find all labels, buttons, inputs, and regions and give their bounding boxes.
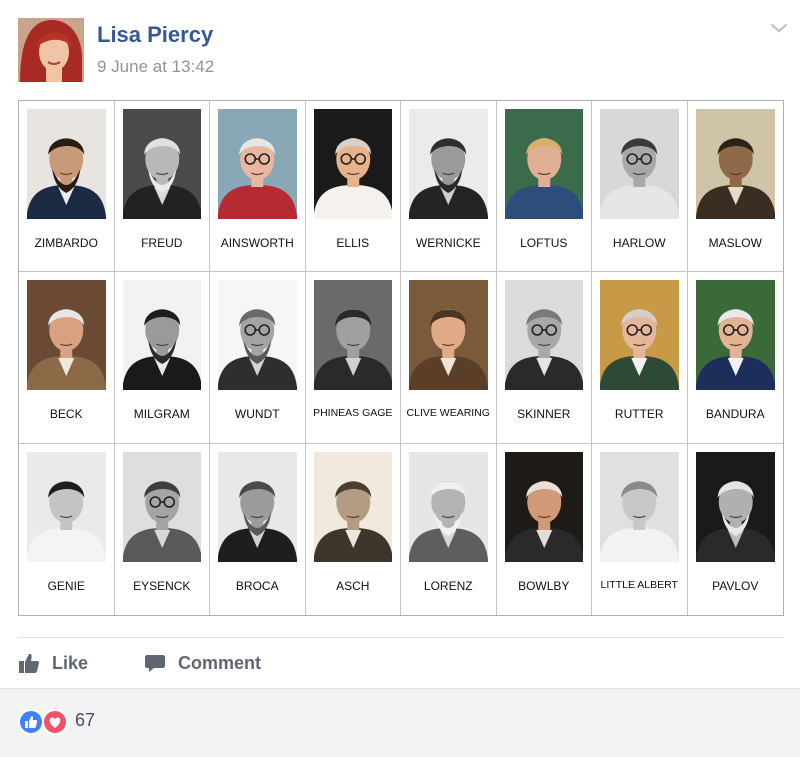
grid-cell: WUNDT (210, 272, 306, 444)
reactions-bar: 67 (0, 688, 800, 757)
portrait-photo (27, 109, 106, 219)
portrait-photo (122, 280, 201, 391)
person-name-label: PAVLOV (712, 578, 759, 593)
portrait-photo (218, 280, 297, 391)
grid-cell: LITTLE ALBERT (592, 443, 688, 615)
person-name-label: BANDURA (705, 407, 765, 422)
person-name-label: LOFTUS (520, 236, 568, 250)
like-reaction-icon (18, 709, 44, 735)
person-name-label: GENIE (47, 578, 85, 593)
grid-cell: SKINNER (496, 272, 592, 444)
portrait-photo (600, 280, 679, 391)
reaction-icons[interactable] (18, 709, 70, 735)
grid-cell: AINSWORTH (210, 101, 306, 273)
portrait-photo (313, 109, 392, 219)
grid-cell: MASLOW (687, 101, 783, 273)
portrait-photo (695, 109, 775, 219)
avatar[interactable] (18, 18, 84, 82)
person-name-label: RUTTER (614, 407, 664, 422)
portrait-photo (600, 109, 679, 219)
person-name-label: WUNDT (234, 407, 280, 422)
post-actions: Like Comment (18, 648, 418, 678)
divider (18, 637, 784, 638)
grid-cell: PHINEAS GAGE (305, 272, 401, 444)
person-name-label: CLIVE WEARING (406, 407, 490, 420)
person-name-label: HARLOW (612, 236, 666, 250)
author-name[interactable]: Lisa Piercy (97, 22, 213, 48)
portrait-photo (504, 451, 583, 562)
comment-label: Comment (178, 652, 262, 673)
person-name-label: PHINEAS GAGE (313, 407, 393, 420)
grid-cell: BECK (19, 272, 115, 444)
person-name-label: BROCA (235, 578, 279, 593)
person-name-label: ASCH (336, 578, 370, 593)
reaction-count[interactable]: 67 (75, 710, 95, 731)
person-name-label: MILGRAM (133, 407, 190, 422)
portrait-photo (218, 109, 297, 219)
portrait-photo (218, 451, 297, 562)
portrait-photo (695, 451, 775, 562)
portrait-photo (600, 451, 679, 562)
portrait-photo (313, 451, 392, 562)
portrait-photo (504, 280, 583, 391)
grid-cell: WERNICKE (401, 101, 497, 273)
portrait-photo (409, 109, 488, 219)
comment-button[interactable]: Comment (144, 648, 261, 678)
portrait-photo (122, 109, 201, 219)
portrait-photo (27, 280, 106, 391)
post-header: Lisa Piercy 9 June at 13:42 (0, 0, 800, 100)
post-image-grid[interactable]: ZIMBARDO FREUD AINSWORTH ELLIS WERNICKE … (18, 100, 784, 616)
person-name-label: ZIMBARDO (34, 236, 98, 250)
portrait-photo (504, 109, 583, 219)
portrait-photo (27, 451, 106, 562)
grid-cell: BROCA (210, 443, 306, 615)
grid-cell: BANDURA (687, 272, 783, 444)
person-name-label: MASLOW (708, 236, 762, 250)
grid-cell: RUTTER (592, 272, 688, 444)
comment-bubble-icon (145, 655, 165, 672)
grid-cell: ZIMBARDO (19, 101, 115, 273)
post-options-chevron-icon[interactable] (767, 16, 791, 40)
person-name-label: ELLIS (336, 236, 370, 250)
grid-cell: LORENZ (401, 443, 497, 615)
grid-cell: FREUD (114, 101, 210, 273)
person-name-label: LITTLE ALBERT (600, 578, 678, 591)
portrait-photo (409, 280, 488, 391)
love-reaction-icon (42, 709, 68, 735)
grid-cell: BOWLBY (497, 443, 592, 615)
person-name-label: WERNICKE (415, 236, 481, 250)
portrait-photo (122, 451, 201, 562)
like-label: Like (52, 652, 89, 673)
grid-cell: ASCH (306, 443, 401, 615)
person-name-label: SKINNER (517, 407, 571, 422)
person-name-label: LORENZ (423, 578, 473, 593)
grid-cell: PAVLOV (688, 444, 784, 615)
thumbs-up-icon (19, 653, 40, 673)
grid-cell: CLIVE WEARING (401, 272, 497, 444)
grid-cell: MILGRAM (114, 272, 210, 444)
grid-cell: HARLOW (592, 101, 688, 273)
psychologist-grid: ZIMBARDO FREUD AINSWORTH ELLIS WERNICKE … (19, 101, 783, 615)
grid-cell: GENIE (19, 443, 115, 615)
grid-cell: EYSENCK (115, 443, 210, 615)
portrait-photo (313, 280, 392, 391)
post-timestamp[interactable]: 9 June at 13:42 (97, 57, 214, 77)
person-name-label: FREUD (141, 236, 183, 250)
person-name-label: BECK (49, 407, 83, 422)
person-name-label: BOWLBY (518, 578, 570, 593)
person-name-label: EYSENCK (133, 578, 191, 593)
grid-cell: LOFTUS (496, 101, 592, 273)
like-button[interactable]: Like (18, 648, 88, 678)
portrait-photo (695, 280, 775, 391)
portrait-photo (409, 451, 488, 562)
person-name-label: AINSWORTH (220, 236, 294, 250)
grid-cell: ELLIS (305, 101, 401, 273)
